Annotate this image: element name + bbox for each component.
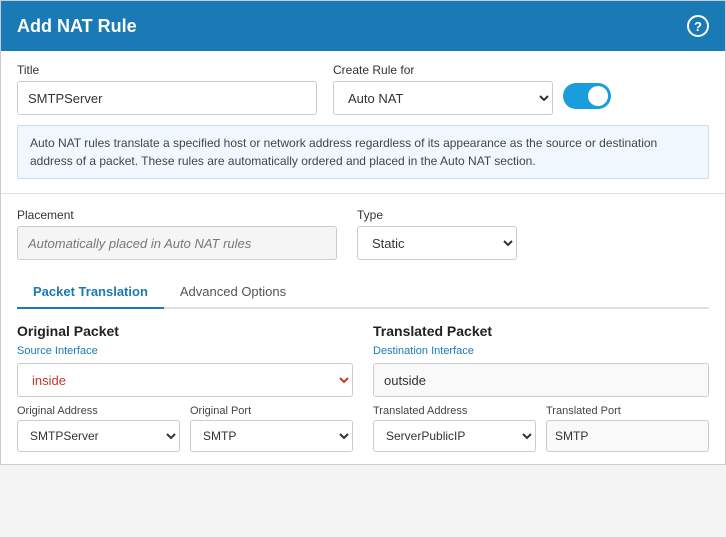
original-fields-row: Original Address SMTPServer any Original… <box>17 405 353 452</box>
translated-port-input[interactable] <box>546 420 709 452</box>
original-port-label: Original Port <box>190 405 353 417</box>
tab-advanced-options[interactable]: Advanced Options <box>164 276 302 309</box>
translated-packet-title: Translated Packet <box>373 323 709 339</box>
create-rule-select[interactable]: Auto NAT Manual NAT <box>333 81 553 115</box>
original-packet-panel: Original Packet Source Interface inside … <box>17 323 353 452</box>
divider-1 <box>1 193 725 194</box>
toggle-switch[interactable] <box>563 83 611 109</box>
info-text: Auto NAT rules translate a specified hos… <box>30 136 657 168</box>
type-select[interactable]: Static Dynamic <box>357 226 517 260</box>
destination-interface-input <box>373 363 709 397</box>
original-port-group: Original Port SMTP any <box>190 405 353 452</box>
translated-address-label: Translated Address <box>373 405 536 417</box>
type-group: Type Static Dynamic <box>357 208 517 260</box>
placement-group: Placement <box>17 208 337 260</box>
dialog-body: Title Create Rule for Auto NAT Manual NA… <box>1 51 725 464</box>
translated-address-group: Translated Address ServerPublicIP any <box>373 405 536 452</box>
dialog-header: Add NAT Rule ? <box>1 1 725 51</box>
tabs-bar: Packet Translation Advanced Options <box>17 276 709 309</box>
original-address-group: Original Address SMTPServer any <box>17 405 180 452</box>
original-packet-title: Original Packet <box>17 323 353 339</box>
title-create-rule-row: Title Create Rule for Auto NAT Manual NA… <box>17 63 709 115</box>
destination-interface-label: Destination Interface <box>373 345 709 357</box>
title-group: Title <box>17 63 317 115</box>
original-port-select[interactable]: SMTP any <box>190 420 353 452</box>
translated-port-group: Translated Port <box>546 405 709 452</box>
translated-fields-row: Translated Address ServerPublicIP any Tr… <box>373 405 709 452</box>
original-address-label: Original Address <box>17 405 180 417</box>
title-label: Title <box>17 63 317 77</box>
title-input[interactable] <box>17 81 317 115</box>
dialog-title: Add NAT Rule <box>17 16 137 37</box>
source-interface-select[interactable]: inside outside any <box>17 363 353 397</box>
source-interface-label: Source Interface <box>17 345 353 357</box>
translated-port-label: Translated Port <box>546 405 709 417</box>
original-address-select[interactable]: SMTPServer any <box>17 420 180 452</box>
info-box: Auto NAT rules translate a specified hos… <box>17 125 709 179</box>
create-rule-group: Create Rule for Auto NAT Manual NAT <box>333 63 709 115</box>
create-rule-label: Create Rule for <box>333 63 709 77</box>
translated-address-select[interactable]: ServerPublicIP any <box>373 420 536 452</box>
add-nat-rule-dialog: Add NAT Rule ? Title Create Rule for Aut… <box>0 0 726 465</box>
placement-input <box>17 226 337 260</box>
packet-panels: Original Packet Source Interface inside … <box>17 323 709 452</box>
type-label: Type <box>357 208 517 222</box>
tab-packet-translation[interactable]: Packet Translation <box>17 276 164 309</box>
placement-label: Placement <box>17 208 337 222</box>
translated-packet-panel: Translated Packet Destination Interface … <box>373 323 709 452</box>
placement-type-row: Placement Type Static Dynamic <box>17 208 709 260</box>
help-icon[interactable]: ? <box>687 15 709 37</box>
